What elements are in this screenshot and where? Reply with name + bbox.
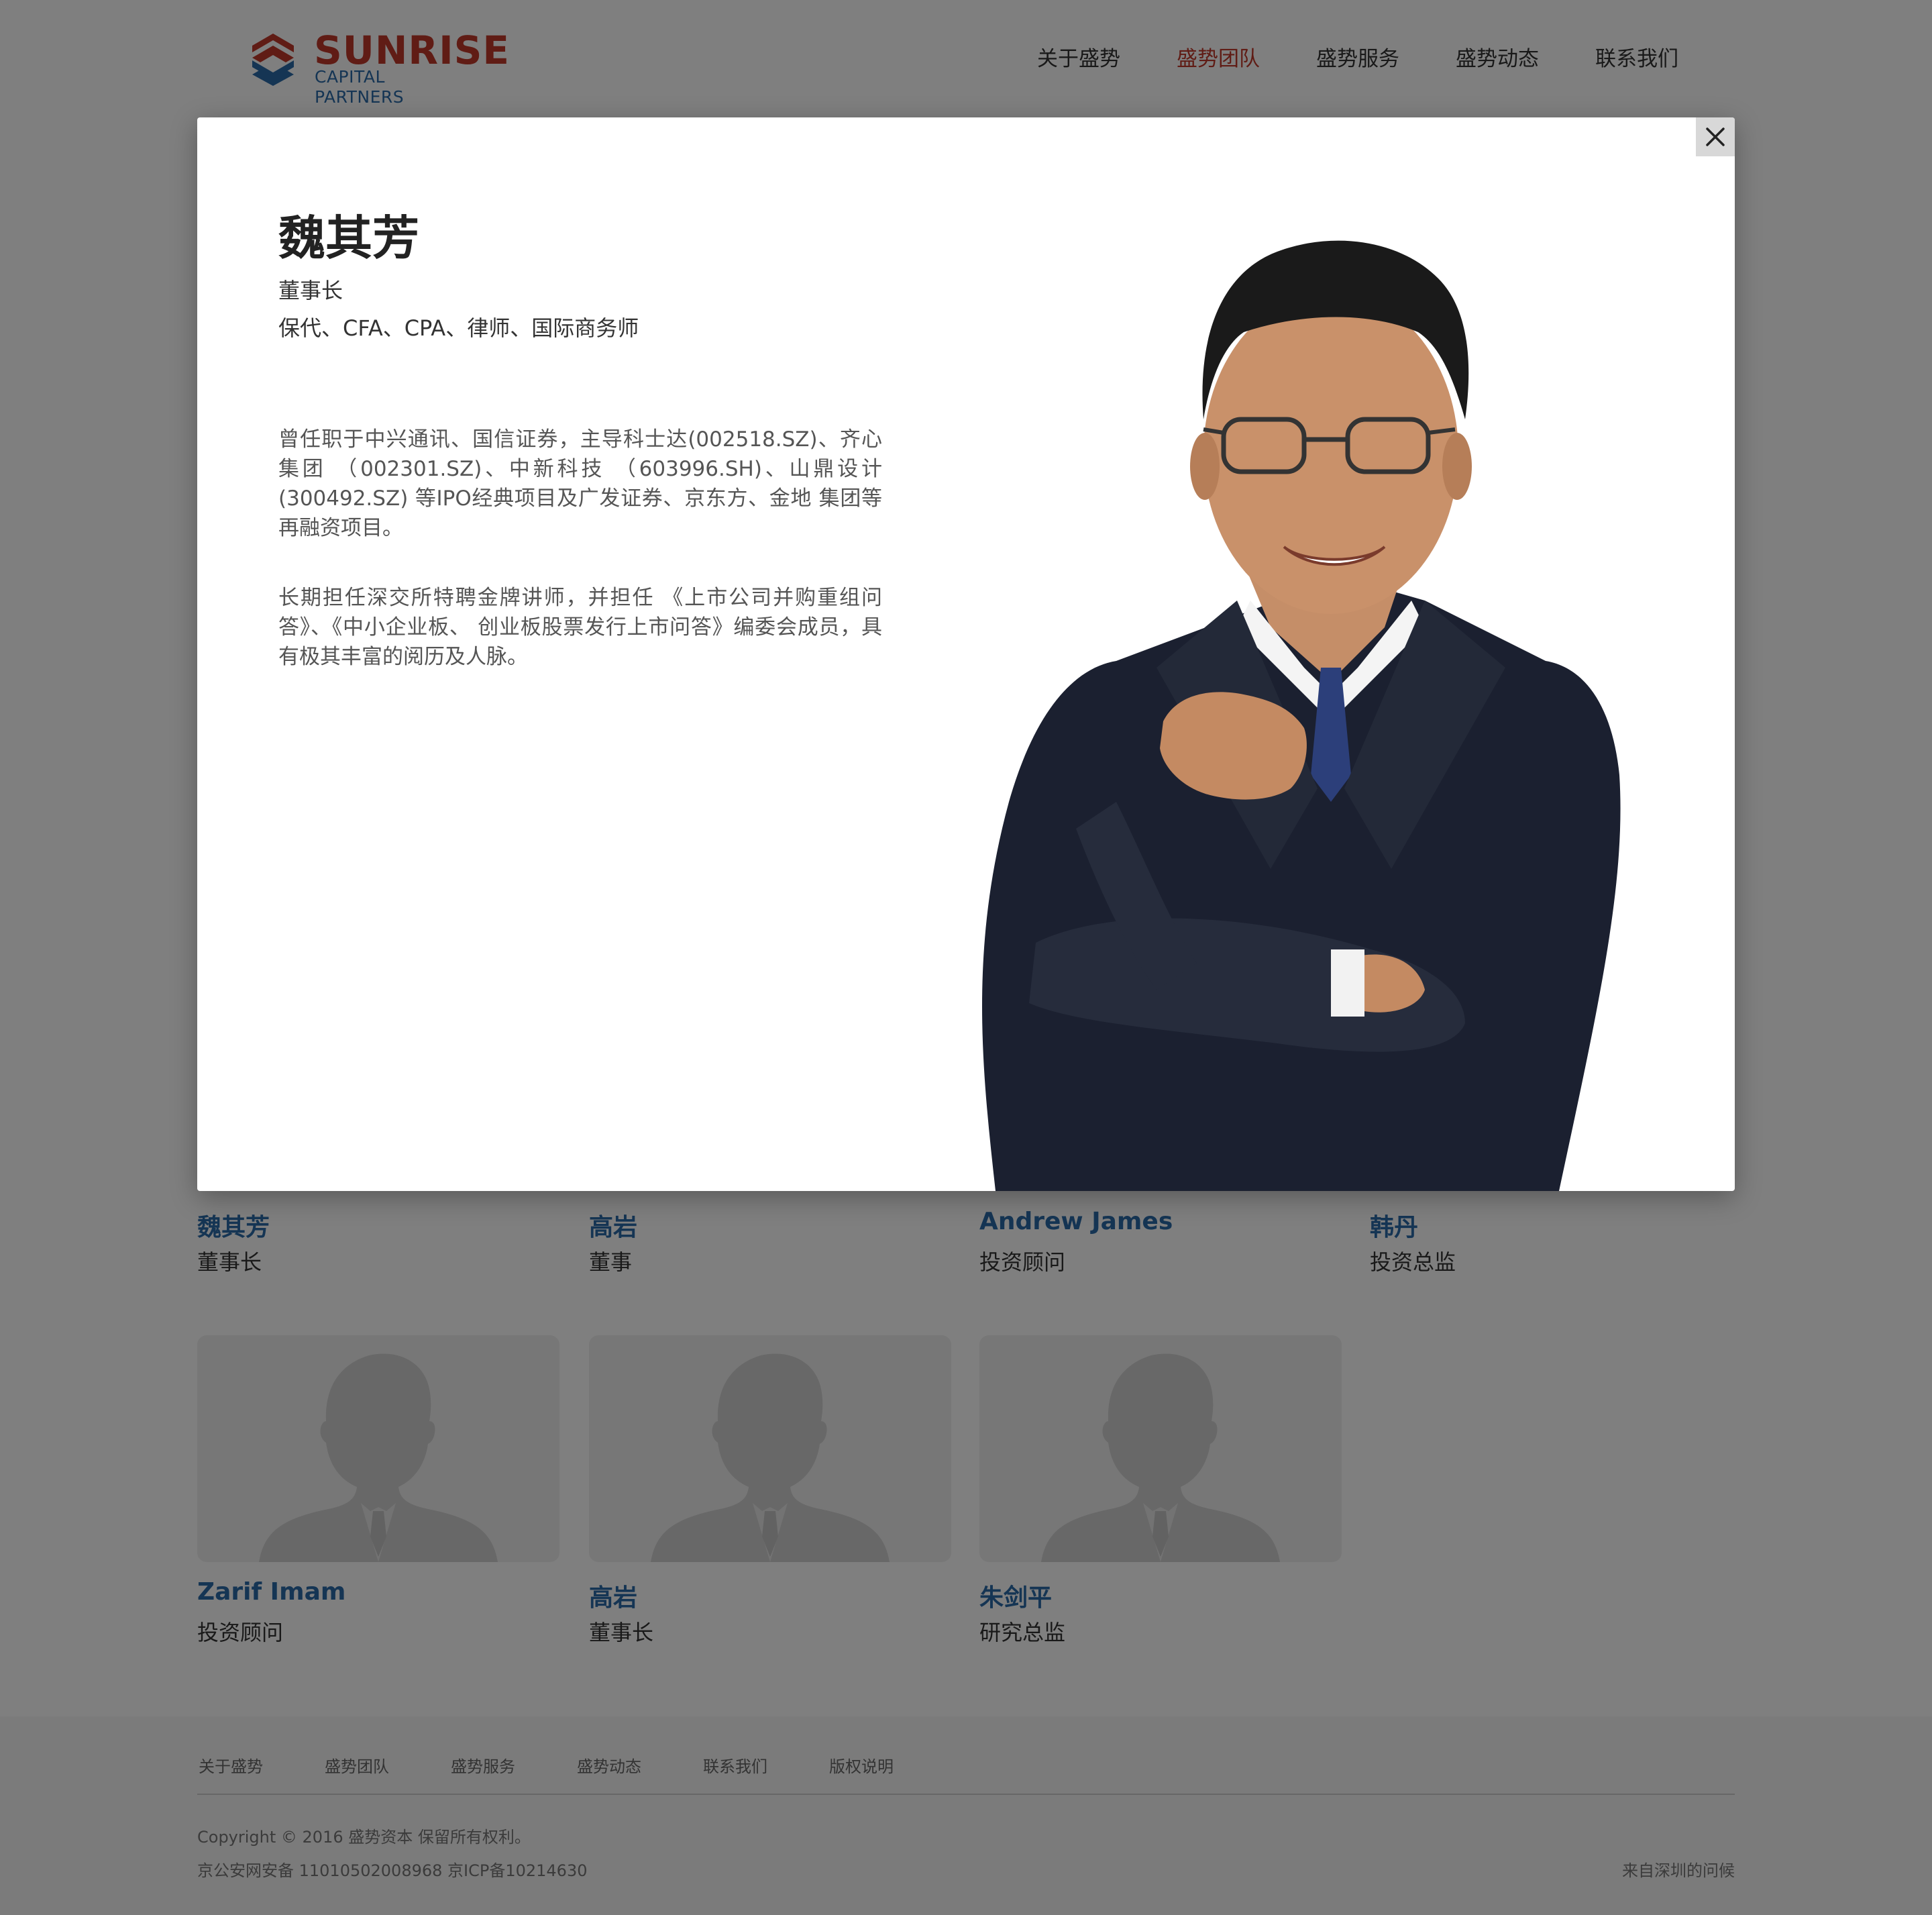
profile-credentials: 保代、CFA、CPA、律师、国际商务师 [278,315,639,341]
close-icon [1706,127,1725,146]
profile-title: 董事长 [278,278,343,303]
profile-bio-paragraph: 长期担任深交所特聘金牌讲师，并担任 《上市公司并购重组问答》、《中小企业板、 创… [278,586,882,669]
profile-portrait [982,240,1621,1191]
close-button[interactable] [1696,117,1735,156]
profile-bio-paragraph: 曾任职于中兴通讯、国信证券，主导科士达(002518.SZ)、齐心集团 （002… [278,427,882,540]
profile-modal: 魏其芳 董事长 保代、CFA、CPA、律师、国际商务师 曾任职于中兴通讯、国信证… [197,117,1735,1191]
profile-name: 魏其芳 [278,211,419,266]
